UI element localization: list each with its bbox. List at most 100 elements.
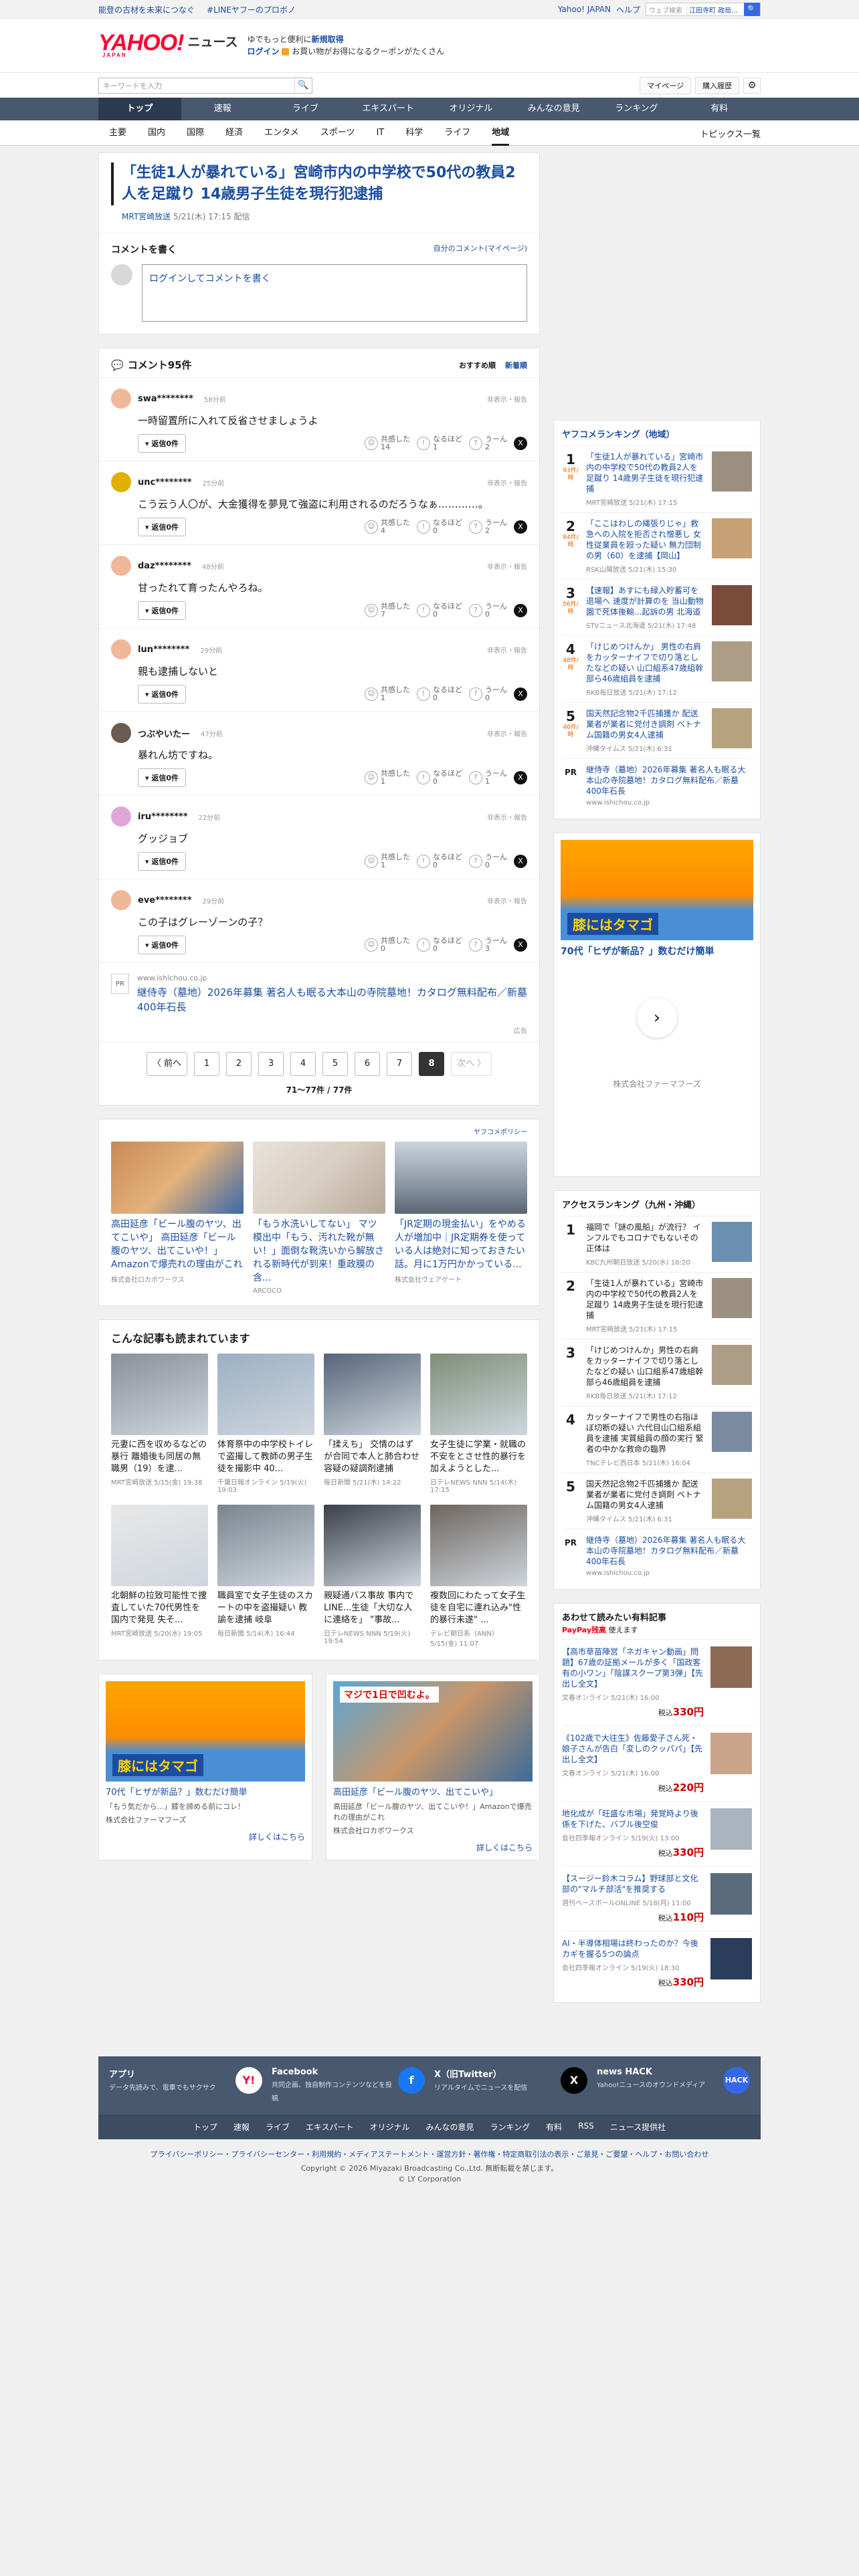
topics-list-link[interactable]: トピックス一覧 [700, 127, 761, 140]
app-link[interactable]: X（旧Twitter） リアルタイムでニュースを配信 X [434, 2067, 587, 2104]
paid-article[interactable]: 地化成が「旺盛な市場」発覚時より後係を下げた、バブル後空俊 会社四季報オンライン … [562, 1801, 752, 1866]
avatar[interactable] [111, 807, 131, 827]
article-tile[interactable]: 複数回にわたって女子生徒を自宅に連れ込み"性的暴行未遂" ... テレビ朝日系（A… [430, 1505, 527, 1648]
comment-author[interactable]: lun******** [138, 645, 189, 655]
page-2[interactable]: 2 [226, 1052, 252, 1076]
ranking-item[interactable]: 1 福岡で「謎の風船」が流行？ インフルでもコロナでもないその正体は KBC九州朝日… [562, 1216, 752, 1272]
insight-button[interactable]: ! なるほど 0 [417, 770, 462, 786]
promo-link-2[interactable]: #LINEヤフーのプロボノ [207, 5, 296, 15]
report-link[interactable]: 非表示・報告 [487, 477, 527, 488]
footer-nav-item[interactable]: トップ [193, 2121, 217, 2133]
footer-nav-item[interactable]: みんなの意見 [426, 2121, 474, 2133]
article-tile[interactable]: 「揉えち」 交情のはずが合同で本人と肺合わせ 容疑の疑調剤逮捕 毎日新聞 5/21… [324, 1354, 421, 1494]
ad-item[interactable]: 「JR定期の現金払い」をやめる人が増加中｜JR定期券を使っている人は絶対に知って… [395, 1142, 527, 1295]
web-search[interactable]: ウェブ検索 江田寺町 政局... 🔍 [646, 3, 761, 16]
comment-author[interactable]: つぶやいたー [138, 727, 190, 740]
page-1[interactable]: 1 [194, 1052, 219, 1076]
article-tile[interactable]: 元妻に西を収めるなどの暴行 離婚後も同居の無職男（19）を逮... MRT宮崎放送… [111, 1354, 208, 1494]
gnav-expert[interactable]: エキスパート [347, 98, 430, 120]
avatar[interactable] [111, 556, 131, 576]
empathy-button[interactable]: ☺ 共感した 14 [365, 435, 410, 451]
x-share-icon[interactable]: X [514, 771, 527, 784]
footer-nav-item[interactable]: 速報 [233, 2121, 250, 2133]
ranking-item[interactable]: 2 「生徒1人が暴れている」宮崎市内の中学校で50代の教員2人を足蹴り 14歳男子… [562, 1272, 752, 1339]
hmm-button[interactable]: ? うーん 3 [469, 937, 507, 953]
search-icon[interactable]: 🔍 [744, 3, 760, 16]
yahoo-link[interactable]: Yahoo! JAPAN [558, 5, 611, 14]
ad-item[interactable]: 高田延彦「ビール腹のヤツ、出てこいや」 高田延彦「ビール腹のヤツ、出てこいや！」… [111, 1142, 244, 1295]
my-comments-link[interactable]: 自分のコメント(マイページ) [434, 243, 527, 256]
paid-article[interactable]: 【高市草苗陣営「ネガキャン動画」問題】67歳の証拠メールが多く「国政客有の小ワン… [562, 1639, 752, 1725]
hmm-button[interactable]: ? うーん 0 [469, 686, 507, 702]
search-icon[interactable]: 🔍 [294, 78, 312, 93]
ad-card[interactable]: マジで1日で凹むよ。 高田延彦「ビール腹のヤツ、出てこいや」 高田延彦「ビール腹の… [326, 1674, 540, 1860]
tab-sports[interactable]: スポーツ [320, 120, 355, 146]
comment-author[interactable]: eve******** [138, 895, 192, 905]
app-link[interactable]: Facebook 共同企画、独自制作コンテンツなどを投稿 f [272, 2067, 425, 2104]
article-tile[interactable]: 体育祭中の中学校トイレで盗撮して教師の男子生徒を撮影中 40... 千葉日報オンラ… [217, 1354, 314, 1494]
insight-button[interactable]: ! なるほど 0 [417, 519, 462, 535]
keyword-input[interactable]: キーワードを入力 [99, 80, 294, 91]
tab-world[interactable]: 国際 [187, 120, 204, 146]
gnav-ranking[interactable]: ランキング [595, 98, 678, 120]
x-share-icon[interactable]: X [514, 604, 527, 617]
avatar[interactable] [111, 890, 131, 910]
prev-button[interactable]: 〈 前へ [146, 1052, 187, 1076]
paid-article[interactable]: 【スージー鈴木コラム】野球部と文化部の"マルチ部活"を推奨する 週刊ベースボールO… [562, 1866, 752, 1931]
article-tile[interactable]: 職員室で女子生徒のスカートの中を盗撮疑い 教諭を逮捕 岐阜 毎日新聞 5/14(木… [217, 1505, 314, 1648]
login-link[interactable]: ログイン [248, 47, 280, 56]
ranking-item[interactable]: 4 48件/時 「けじめつけんか」 男性の右肩をカッターナイフで切り落としたなどの疑… [562, 635, 752, 702]
article-tile[interactable]: 北朝鮮の拉致可能性で捜査していた70代男性を国内で発見 失そ... MRT宮崎放送… [111, 1505, 208, 1648]
tab-local[interactable]: 地域 [492, 120, 510, 146]
empathy-button[interactable]: ☺ 共感した 1 [365, 686, 410, 702]
hmm-button[interactable]: ? うーん 0 [469, 853, 507, 869]
reply-button[interactable]: ▾ 返信0件 [138, 685, 187, 704]
tab-domestic[interactable]: 国内 [148, 120, 165, 146]
footer-nav-item[interactable]: オリジナル [370, 2121, 410, 2133]
empathy-button[interactable]: ☺ 共感した 4 [365, 519, 410, 535]
comment-author[interactable]: iru******** [138, 812, 188, 822]
reply-button[interactable]: ▾ 返信0件 [138, 936, 187, 954]
insight-button[interactable]: ! なるほど 0 [417, 853, 462, 869]
pr-item[interactable]: PR 継侍寺（墓地）2026年募集 著名人も眠る大本山の寺院墓地！カタログ無料配布… [562, 758, 752, 812]
footer-nav-item[interactable]: エキスパート [306, 2121, 354, 2133]
policy-link[interactable]: ヤフコメポリシー [111, 1126, 527, 1136]
help-link[interactable]: ヘルプ [616, 4, 640, 15]
hmm-button[interactable]: ? うーん 1 [469, 770, 507, 786]
promo-link-1[interactable]: 能登の古材を未来につなぐ [98, 5, 195, 15]
page-5[interactable]: 5 [322, 1052, 348, 1076]
comment-author[interactable]: swa******** [138, 394, 193, 404]
tab-entertainment[interactable]: エンタメ [264, 120, 299, 146]
article-tile[interactable]: 親疑通バス事故 事内でLINE...生徒「大切な人に連絡を」 "事故... 日テレ… [324, 1505, 421, 1648]
page-8[interactable]: 8 [419, 1052, 444, 1076]
empathy-button[interactable]: ☺ 共感した 1 [365, 853, 410, 869]
tab-economy[interactable]: 経済 [225, 120, 243, 146]
x-share-icon[interactable]: X [514, 520, 527, 534]
x-share-icon[interactable]: X [514, 437, 527, 450]
page-3[interactable]: 3 [258, 1052, 284, 1076]
tab-main[interactable]: 主要 [109, 120, 126, 146]
empathy-button[interactable]: ☺ 共感した 7 [365, 603, 410, 619]
report-link[interactable]: 非表示・報告 [487, 394, 527, 404]
pr-title[interactable]: 継侍寺（墓地）2026年募集 著名人も眠る大本山の寺院墓地！カタログ無料配布／新… [137, 985, 527, 1014]
ranking-item[interactable]: 4 カッターナイフで男性の右指ほぼ切断の疑い 六代目山口組系組員を逮捕 実質組員の… [562, 1406, 752, 1473]
article-title[interactable]: 「生徒1人が暴れている」宮崎市内の中学校で50代の教員2人を足蹴り 14歳男子生… [111, 163, 527, 205]
report-link[interactable]: 非表示・報告 [487, 895, 527, 905]
side-ad[interactable]: 膝にはタマゴ 70代「ヒザが新品？」数むだけ簡単 › 株式会社ファーマフーズ [553, 833, 761, 1177]
reply-button[interactable]: ▾ 返信0件 [138, 518, 187, 536]
pr-item[interactable]: PR 継侍寺（墓地）2026年募集 著名人も眠る大本山の寺院墓地！カタログ無料配布… [562, 1529, 752, 1582]
reply-button[interactable]: ▾ 返信0件 [138, 768, 187, 787]
x-share-icon[interactable]: X [514, 855, 527, 868]
register-link[interactable]: 新規取得 [312, 35, 344, 44]
pr-item[interactable]: PR www.ishichou.co.jp 継侍寺（墓地）2026年募集 著名人… [99, 962, 539, 1025]
ranking-item[interactable]: 5 国天然記念物2千匹捕獲か 配送業者が業者に党付き調剤 ベトナム国籍の男女4人逮… [562, 1473, 752, 1529]
app-link[interactable]: アプリ データ先読みで、電車でもサクサク Y! [109, 2067, 262, 2104]
gnav-breaking[interactable]: 速報 [181, 98, 264, 120]
app-link[interactable]: news HACK Yahoo!ニュースのオウンドメディア HACK [597, 2067, 750, 2104]
footer-links[interactable]: プライバシーポリシー・プライバシーセンター・利用規約・メディアステートメント・運… [0, 2149, 859, 2159]
hmm-button[interactable]: ? うーん 0 [469, 603, 507, 619]
empathy-button[interactable]: ☺ 共感した 0 [365, 937, 410, 953]
reply-button[interactable]: ▾ 返信0件 [138, 601, 187, 620]
gnav-original[interactable]: オリジナル [430, 98, 512, 120]
ranking-item[interactable]: 5 46件/時 国天然記念物2千匹捕獲か 配送業者が業者に党付き調剤 ベトナム国籍の… [562, 702, 752, 758]
